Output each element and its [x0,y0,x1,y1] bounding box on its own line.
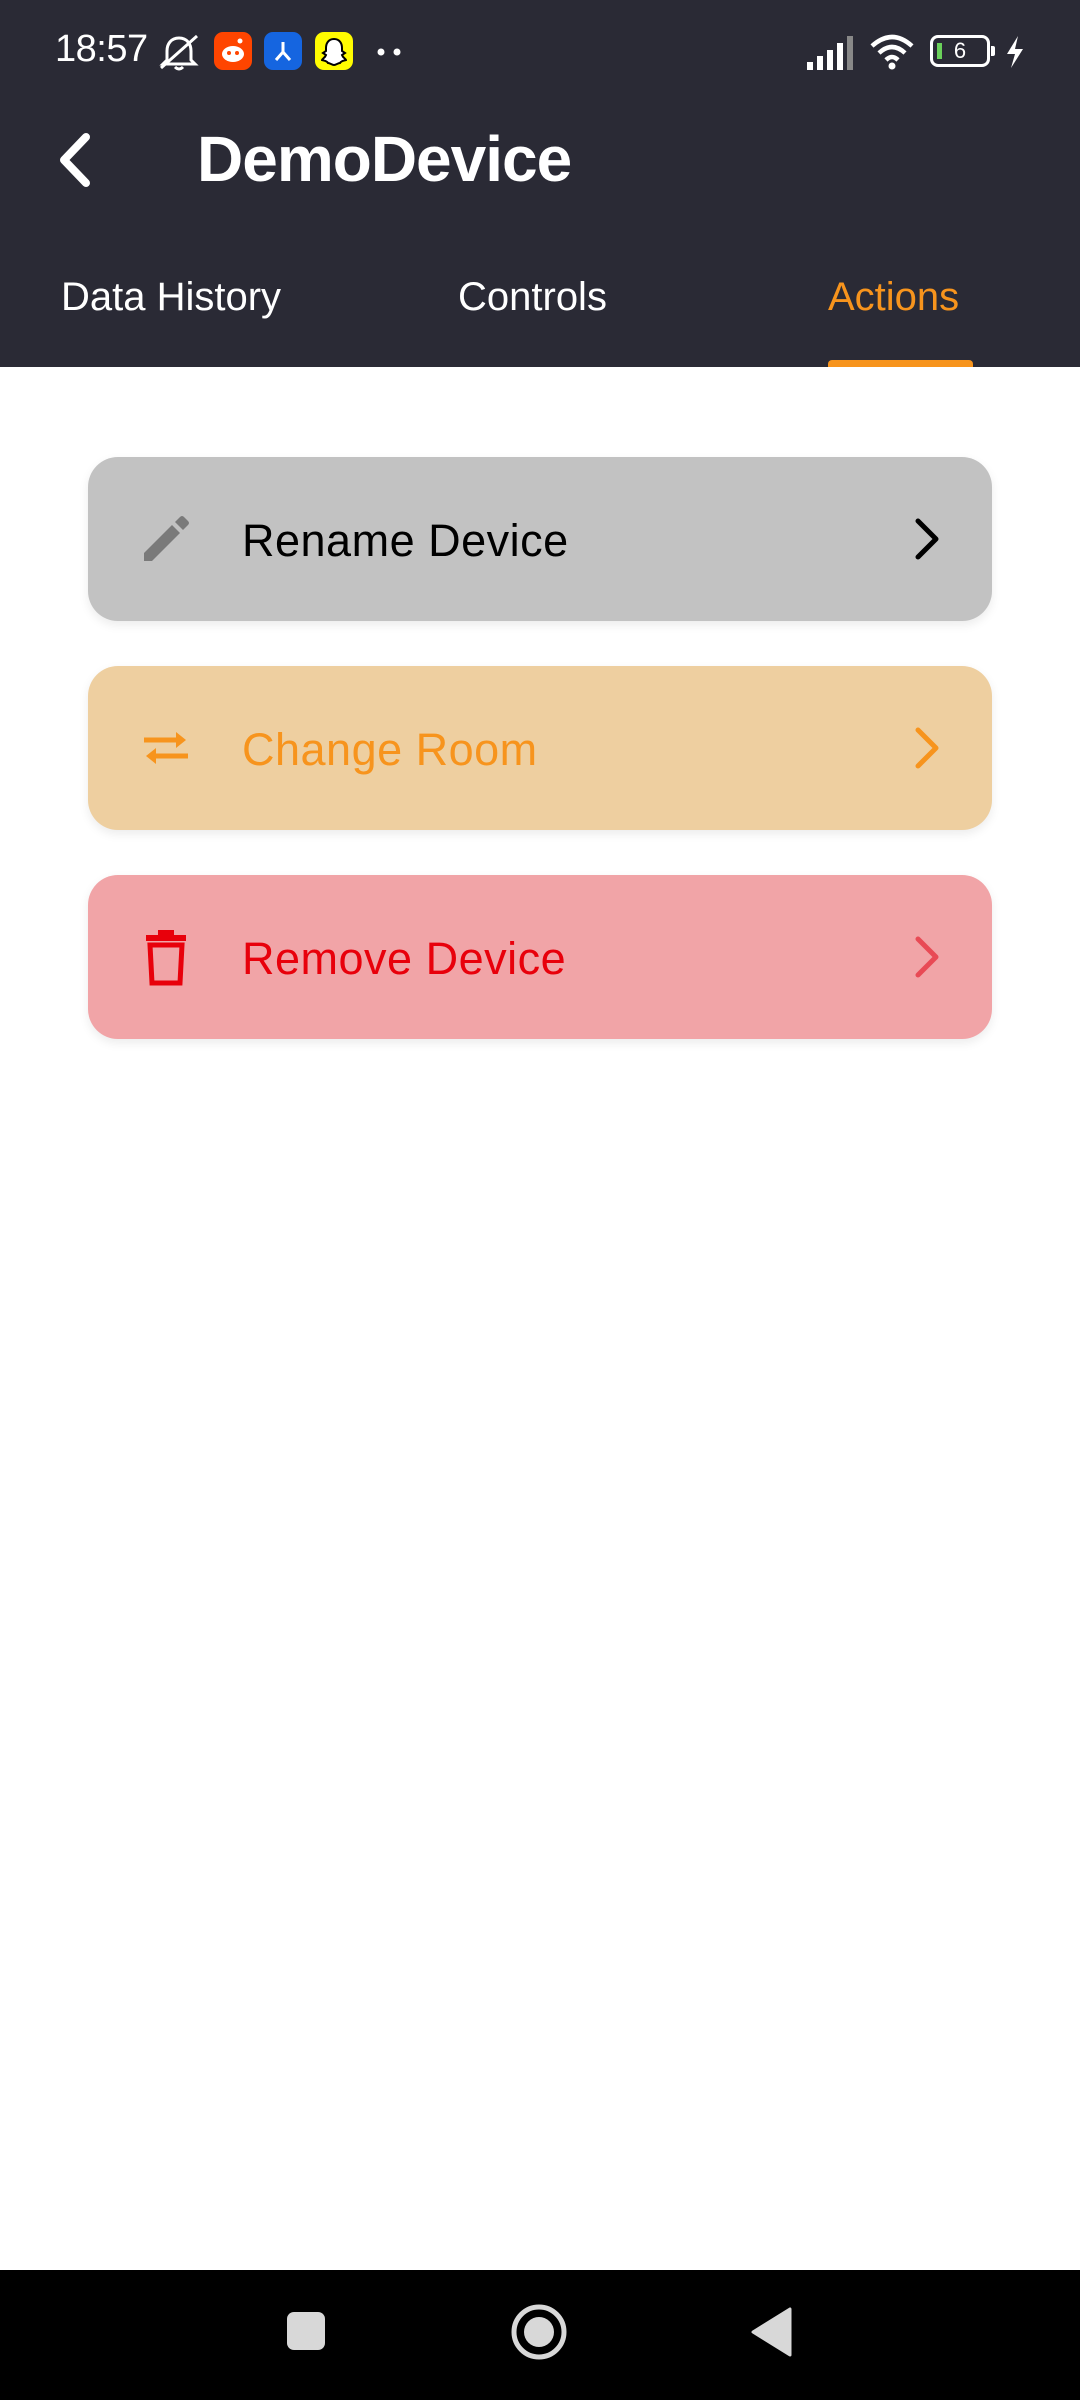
chevron-right-icon [915,518,939,560]
wifi-icon [870,34,914,70]
swap-arrows-icon [144,732,188,764]
back-button[interactable] [48,125,108,195]
remove-device-label: Remove Device [242,933,567,984]
home-circle-icon[interactable] [510,2303,568,2361]
chevron-right-icon [915,727,939,769]
page-title: DemoDevice [197,123,572,195]
status-time: 18:57 [55,28,148,70]
battery-icon: 6 [930,35,995,67]
chevron-right-icon [915,936,939,978]
app-header: 18:57 6 DemoDevice Data History Controls… [0,0,1080,367]
change-room-button[interactable]: Change Room [88,666,992,830]
system-nav-bar [0,2270,1080,2400]
signal-icon [807,36,853,70]
pencil-icon [144,516,189,561]
rename-device-button[interactable]: Rename Device [88,457,992,621]
tab-controls[interactable]: Controls [458,275,607,320]
active-tab-indicator [828,360,973,367]
recents-square-icon[interactable] [285,2310,327,2352]
charging-icon [1007,36,1023,68]
app-icon [264,32,302,70]
more-dots-icon [377,48,401,56]
back-triangle-icon[interactable] [750,2306,794,2358]
dnd-bell-icon [159,34,199,71]
status-bar: 18:57 6 [0,0,1080,104]
reddit-icon [214,32,252,70]
tab-actions[interactable]: Actions [828,275,959,320]
trash-icon [146,930,186,986]
change-room-label: Change Room [242,724,538,775]
tab-data-history[interactable]: Data History [61,275,281,320]
rename-device-label: Rename Device [242,515,569,566]
remove-device-button[interactable]: Remove Device [88,875,992,1039]
snapchat-icon [315,32,353,70]
